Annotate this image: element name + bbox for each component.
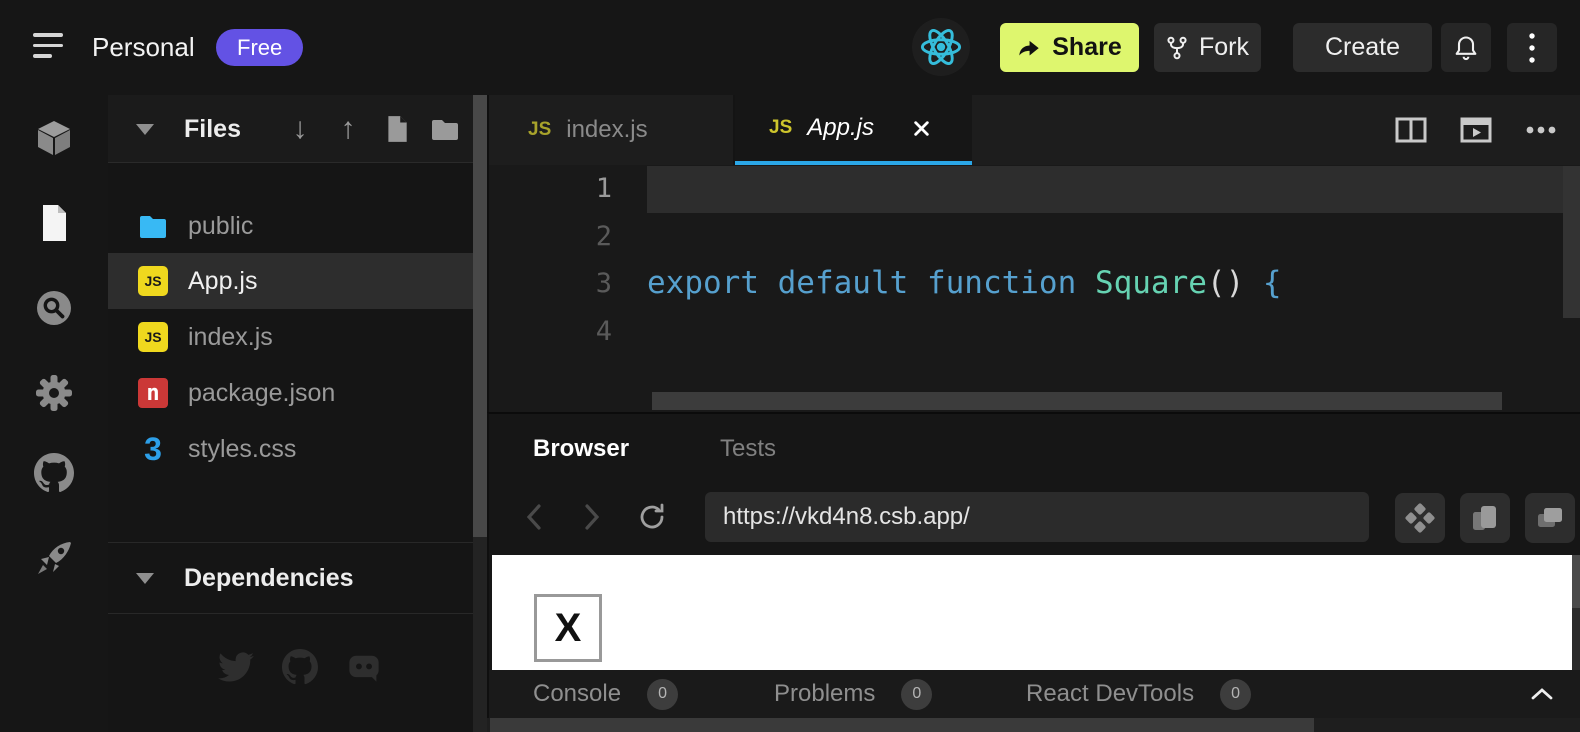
tab-tests[interactable]: Tests bbox=[720, 414, 776, 484]
close-tab-icon[interactable] bbox=[913, 120, 930, 137]
divider bbox=[108, 613, 473, 614]
chevron-up-icon[interactable] bbox=[1529, 682, 1555, 706]
tab-browser[interactable]: Browser bbox=[533, 414, 629, 484]
new-file-icon[interactable] bbox=[380, 115, 414, 149]
split-editor-icon[interactable] bbox=[1393, 114, 1429, 146]
open-in-new-window-icon[interactable] bbox=[1525, 493, 1575, 543]
github-icon[interactable] bbox=[282, 649, 318, 685]
css-file-icon: 3 bbox=[138, 434, 168, 464]
file-row-packagejson[interactable]: n package.json bbox=[108, 365, 473, 421]
tab-problems[interactable]: Problems 0 bbox=[774, 670, 932, 718]
editor-more-options-icon[interactable] bbox=[1523, 114, 1559, 146]
js-badge: JS bbox=[528, 119, 551, 141]
workspace-name[interactable]: Personal bbox=[92, 0, 195, 95]
new-folder-icon[interactable] bbox=[428, 116, 462, 150]
folder-icon bbox=[138, 211, 168, 241]
scrollbar-thumb[interactable] bbox=[490, 718, 1314, 732]
settings-gear-icon[interactable] bbox=[34, 373, 74, 413]
fork-button[interactable]: Fork bbox=[1154, 23, 1261, 72]
responsive-mode-icon[interactable] bbox=[1460, 493, 1510, 543]
js-file-icon: JS bbox=[138, 266, 168, 296]
fork-icon bbox=[1166, 35, 1188, 61]
code-editor: JS index.js JS App.js bbox=[487, 95, 1580, 412]
hamburger-menu-icon[interactable] bbox=[33, 33, 65, 61]
upload-icon[interactable]: ↑ bbox=[331, 112, 365, 146]
problems-count-badge: 0 bbox=[901, 679, 932, 710]
notifications-bell-button[interactable] bbox=[1441, 23, 1491, 72]
back-icon[interactable] bbox=[519, 502, 549, 532]
bottom-scrollbar[interactable] bbox=[487, 718, 1580, 732]
kebab-vertical-icon bbox=[1528, 32, 1536, 64]
sandbox-cube-icon[interactable] bbox=[34, 118, 74, 158]
tab-react-devtools[interactable]: React DevTools 0 bbox=[1026, 670, 1251, 718]
editor-tab-appjs-active[interactable]: JS App.js bbox=[735, 95, 972, 165]
js-badge: JS bbox=[769, 117, 792, 139]
url-input[interactable] bbox=[705, 492, 1369, 542]
preview-scrollbar[interactable] bbox=[1572, 555, 1580, 672]
editor-vertical-scrollbar[interactable] bbox=[1563, 166, 1580, 318]
scrollbar-thumb[interactable] bbox=[473, 95, 487, 537]
react-logo-icon bbox=[912, 18, 970, 76]
plan-badge: Free bbox=[216, 29, 303, 66]
files-section-header: Files ↓ ↑ bbox=[108, 95, 473, 163]
console-count-badge: 0 bbox=[647, 679, 678, 710]
chevron-down-icon bbox=[136, 573, 154, 584]
editor-horizontal-scrollbar[interactable] bbox=[652, 392, 1502, 410]
browser-preview-viewport: X bbox=[492, 555, 1572, 672]
editor-tab-bar: JS index.js JS App.js bbox=[489, 95, 1580, 165]
search-icon[interactable] bbox=[34, 288, 74, 328]
editor-tab-indexjs[interactable]: JS index.js bbox=[494, 95, 733, 165]
open-preview-icon[interactable] bbox=[1458, 114, 1494, 146]
file-row-stylescss[interactable]: 3 styles.css bbox=[108, 421, 473, 477]
line-number-gutter: 1 2 3 4 bbox=[489, 165, 612, 355]
share-icon bbox=[1017, 37, 1041, 58]
browser-preview-panel: Browser Tests bbox=[487, 412, 1580, 670]
refresh-icon[interactable] bbox=[637, 502, 667, 532]
activity-rail bbox=[0, 95, 108, 732]
bell-icon bbox=[1452, 34, 1480, 62]
dependencies-section-header[interactable]: Dependencies bbox=[108, 543, 473, 613]
file-row-indexjs[interactable]: JS index.js bbox=[108, 309, 473, 365]
rocket-deploy-icon[interactable] bbox=[34, 538, 74, 578]
codesandbox-app: Personal Free Share bbox=[0, 0, 1580, 732]
more-options-kebab-button[interactable] bbox=[1507, 23, 1557, 72]
create-button[interactable]: Create bbox=[1293, 23, 1432, 72]
devtools-bottom-bar: Console 0 Problems 0 React DevTools 0 bbox=[487, 670, 1580, 718]
github-icon[interactable] bbox=[34, 453, 74, 493]
twitter-icon[interactable] bbox=[218, 649, 254, 685]
tab-console[interactable]: Console 0 bbox=[533, 670, 678, 718]
file-row-appjs[interactable]: JS App.js bbox=[108, 253, 473, 309]
top-bar: Personal Free Share bbox=[0, 0, 1580, 95]
scrollbar-thumb[interactable] bbox=[1572, 555, 1580, 608]
download-icon[interactable]: ↓ bbox=[283, 112, 317, 146]
explorer-file-icon[interactable] bbox=[34, 203, 74, 243]
npm-file-icon: n bbox=[138, 378, 168, 408]
chevron-down-icon[interactable] bbox=[136, 124, 154, 135]
share-button[interactable]: Share bbox=[1000, 23, 1139, 72]
file-explorer-panel: Files ↓ ↑ public bbox=[108, 95, 473, 732]
js-file-icon: JS bbox=[138, 322, 168, 352]
code-line-1: export default function Square() { bbox=[647, 260, 1524, 308]
forward-icon[interactable] bbox=[577, 502, 607, 532]
file-row-public[interactable]: public bbox=[108, 198, 473, 254]
react-devtools-count-badge: 0 bbox=[1220, 679, 1251, 710]
discord-icon[interactable] bbox=[346, 649, 382, 685]
square-button[interactable]: X bbox=[534, 594, 602, 662]
code-area[interactable]: 1 2 3 4 export default function Square()… bbox=[489, 165, 1580, 412]
explorer-scrollbar[interactable] bbox=[473, 95, 487, 732]
preview-settings-icon[interactable] bbox=[1395, 493, 1445, 543]
files-section-title: Files bbox=[184, 95, 241, 163]
